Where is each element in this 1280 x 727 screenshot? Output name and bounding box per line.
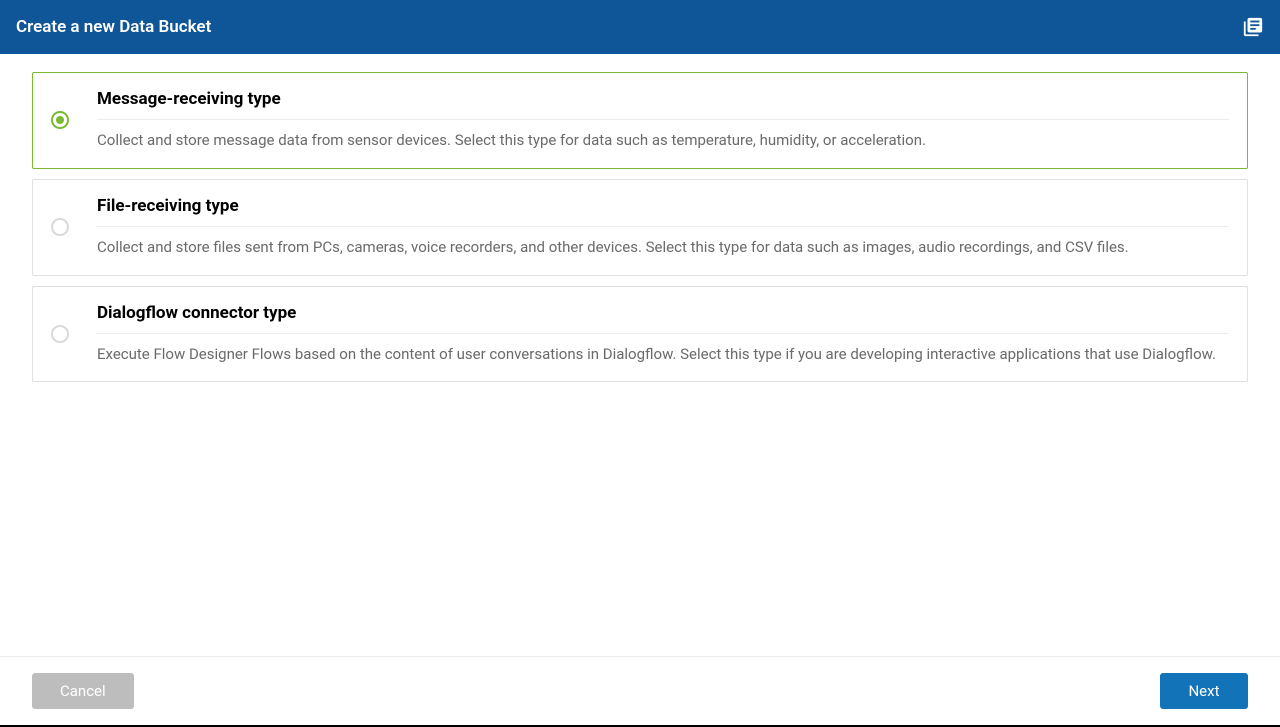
option-title: Message-receiving type	[97, 89, 1229, 120]
option-description: Collect and store message data from sens…	[97, 120, 1229, 152]
option-message-receiving[interactable]: Message-receiving typeCollect and store …	[32, 72, 1248, 169]
options-list: Message-receiving typeCollect and store …	[0, 54, 1280, 656]
option-file-receiving[interactable]: File-receiving typeCollect and store fil…	[32, 179, 1248, 276]
radio-button[interactable]	[51, 325, 69, 343]
radio-button[interactable]	[51, 111, 69, 129]
option-dialogflow-connector[interactable]: Dialogflow connector typeExecute Flow De…	[32, 286, 1248, 383]
option-description: Collect and store files sent from PCs, c…	[97, 227, 1229, 259]
library-icon[interactable]	[1242, 16, 1264, 38]
option-content: File-receiving typeCollect and store fil…	[97, 196, 1229, 259]
option-description: Execute Flow Designer Flows based on the…	[97, 334, 1229, 366]
option-content: Dialogflow connector typeExecute Flow De…	[97, 303, 1229, 366]
header-bar: Create a new Data Bucket	[0, 0, 1280, 54]
footer-bar: Cancel Next	[0, 656, 1280, 727]
option-title: Dialogflow connector type	[97, 303, 1229, 334]
next-button[interactable]: Next	[1160, 673, 1248, 709]
cancel-button[interactable]: Cancel	[32, 673, 134, 709]
radio-button[interactable]	[51, 218, 69, 236]
page-title: Create a new Data Bucket	[16, 17, 211, 37]
option-content: Message-receiving typeCollect and store …	[97, 89, 1229, 152]
option-title: File-receiving type	[97, 196, 1229, 227]
